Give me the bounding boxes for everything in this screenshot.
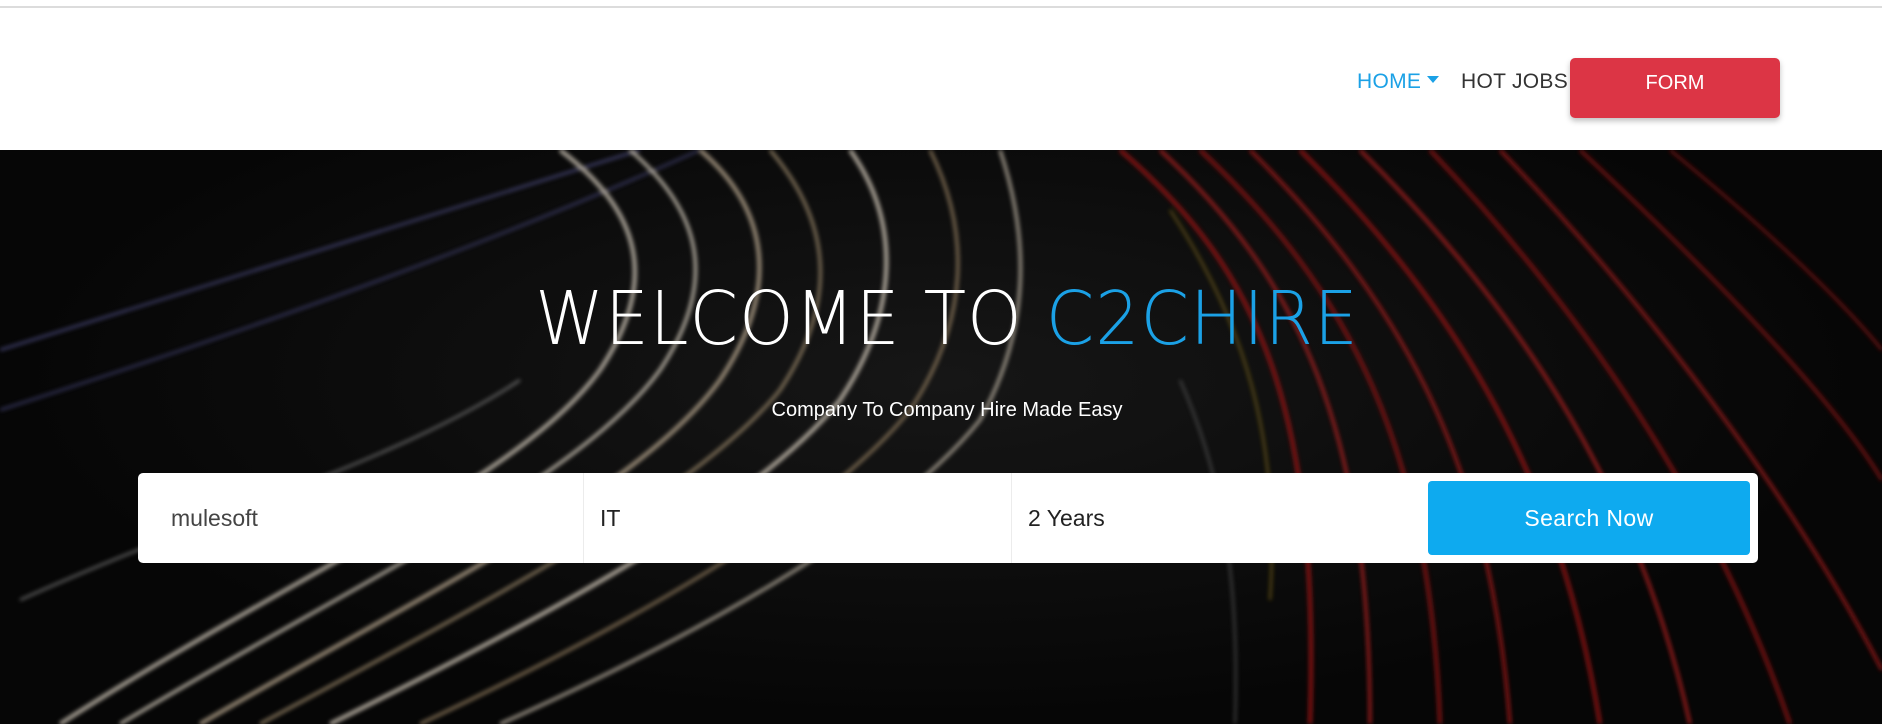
caret-down-icon: [1427, 75, 1440, 83]
job-search-bar: mulesoft IT 2 Years Search Now: [138, 473, 1758, 563]
hero-title: WELCOME TO C2CHIRE: [57, 276, 1837, 362]
hero-title-brand: C2CHIRE: [1045, 276, 1359, 362]
nav-home-dropdown[interactable]: HOME: [1357, 70, 1440, 94]
category-input[interactable]: IT: [584, 473, 1012, 563]
hero-title-prefix: WELCOME TO: [535, 276, 1046, 362]
search-now-button[interactable]: Search Now: [1428, 481, 1750, 555]
nav-hot-jobs-link[interactable]: HOT JOBS: [1461, 70, 1568, 94]
keyword-input[interactable]: mulesoft: [138, 473, 584, 563]
experience-input[interactable]: 2 Years: [1012, 473, 1412, 563]
hero-section: WELCOME TO C2CHIRE Company To Company Hi…: [0, 150, 1882, 724]
navbar: HOME HOT JOBS FORM: [0, 8, 1882, 150]
light-trails-background: [0, 150, 1882, 724]
form-button[interactable]: FORM: [1570, 58, 1780, 118]
nav-home-label: HOME: [1357, 70, 1422, 93]
hero-subtitle: Company To Company Hire Made Easy: [771, 399, 1123, 421]
